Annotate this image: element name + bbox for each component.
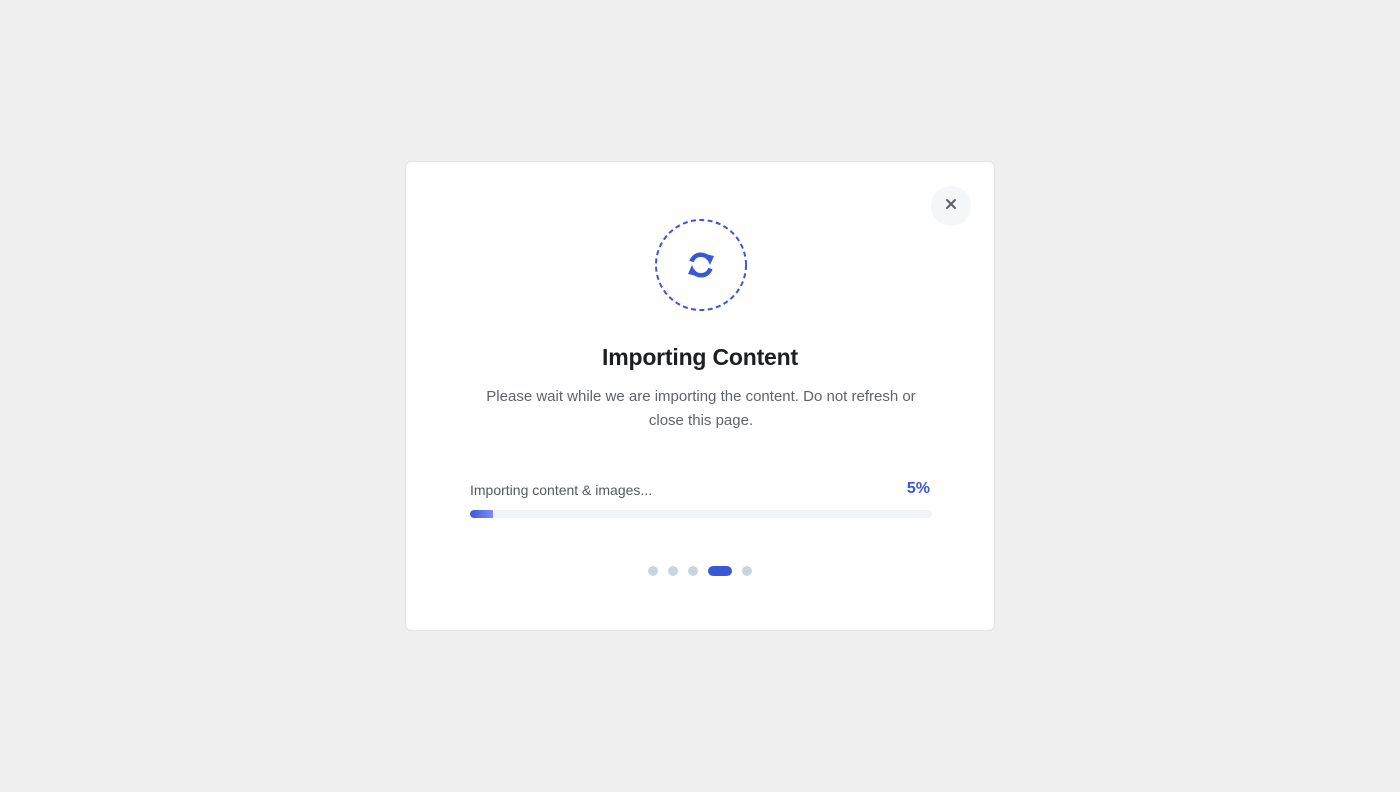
progress-bar [470,510,932,518]
progress-percent: 5% [906,480,930,497]
step-dot [648,566,658,576]
close-icon [945,197,957,215]
modal-description: Please wait while we are importing the c… [486,388,916,429]
step-dot-active [708,566,732,576]
modal-title: Importing Content [602,344,798,370]
progress-bar-fill [470,510,494,518]
step-dot [742,566,752,576]
loading-indicator [654,218,748,312]
step-dot [668,566,678,576]
progress-label: Importing content & images... [470,482,653,498]
refresh-icon [688,252,714,278]
step-dot [688,566,698,576]
import-modal: Importing Content Please wait while we a… [405,161,995,631]
step-indicator [406,566,994,576]
close-button[interactable] [931,186,971,226]
